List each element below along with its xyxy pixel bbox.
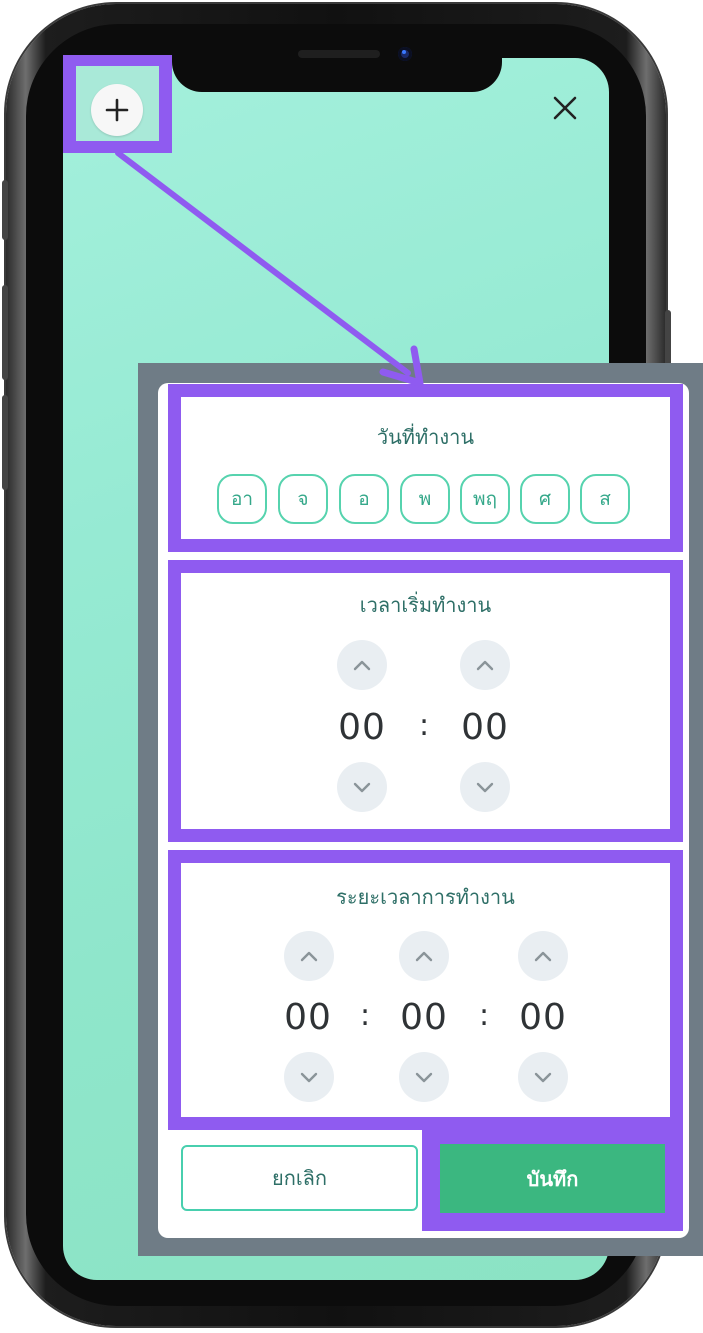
chevron-up-icon [534,951,552,962]
duration-minutes-down-button[interactable] [399,1052,449,1102]
chevron-down-icon [534,1072,552,1083]
day-selector: อา จ อ พ พฤ ศ ส [217,474,637,526]
start-hour-down-button[interactable] [337,762,387,812]
work-days-title: วันที่ทำงาน [376,425,475,449]
start-time-separator: : [418,708,430,743]
duration-hours-value[interactable]: 00 [263,997,353,1038]
day-wednesday[interactable]: พ [400,474,450,524]
day-tuesday[interactable]: อ [339,474,389,524]
duration-seconds-value[interactable]: 00 [498,997,588,1038]
mute-switch [2,180,8,240]
cancel-button[interactable]: ยกเลิก [181,1145,418,1211]
chevron-down-icon [476,782,494,793]
chevron-up-icon [415,951,433,962]
start-minute-value[interactable]: 00 [440,707,530,748]
start-minute-up-button[interactable] [460,640,510,690]
save-button[interactable]: บันทึก [440,1144,665,1213]
chevron-down-icon [415,1072,433,1083]
day-friday[interactable]: ศ [520,474,570,524]
chevron-up-icon [300,951,318,962]
chevron-down-icon [353,782,371,793]
start-time-title: เวลาเริ่มทำงาน [359,593,492,617]
volume-down-button [2,395,8,490]
close-icon [553,96,577,120]
start-hour-value[interactable]: 00 [317,707,407,748]
notch [172,36,502,92]
start-hour-up-button[interactable] [337,640,387,690]
chevron-up-icon [476,660,494,671]
day-thursday[interactable]: พฤ [460,474,510,524]
duration-seconds-down-button[interactable] [518,1052,568,1102]
front-camera [398,47,412,61]
day-sunday[interactable]: อา [217,474,267,524]
duration-minutes-up-button[interactable] [399,931,449,981]
work-days-section: วันที่ทำงาน [168,384,683,552]
duration-title: ระยะเวลาการทำงาน [336,885,515,909]
speaker [298,50,380,58]
duration-hours-down-button[interactable] [284,1052,334,1102]
start-minute-down-button[interactable] [460,762,510,812]
start-time-section: เวลาเริ่มทำงาน [168,560,683,842]
chevron-up-icon [353,660,371,671]
day-monday[interactable]: จ [278,474,328,524]
add-button[interactable] [91,84,143,136]
duration-seconds-up-button[interactable] [518,931,568,981]
duration-separator-2: : [478,998,490,1033]
plus-icon [105,98,129,122]
duration-minutes-value[interactable]: 00 [379,997,469,1038]
day-saturday[interactable]: ส [580,474,630,524]
volume-up-button [2,285,8,380]
duration-separator-1: : [359,998,371,1033]
duration-hours-up-button[interactable] [284,931,334,981]
chevron-down-icon [300,1072,318,1083]
close-button[interactable] [545,88,585,128]
